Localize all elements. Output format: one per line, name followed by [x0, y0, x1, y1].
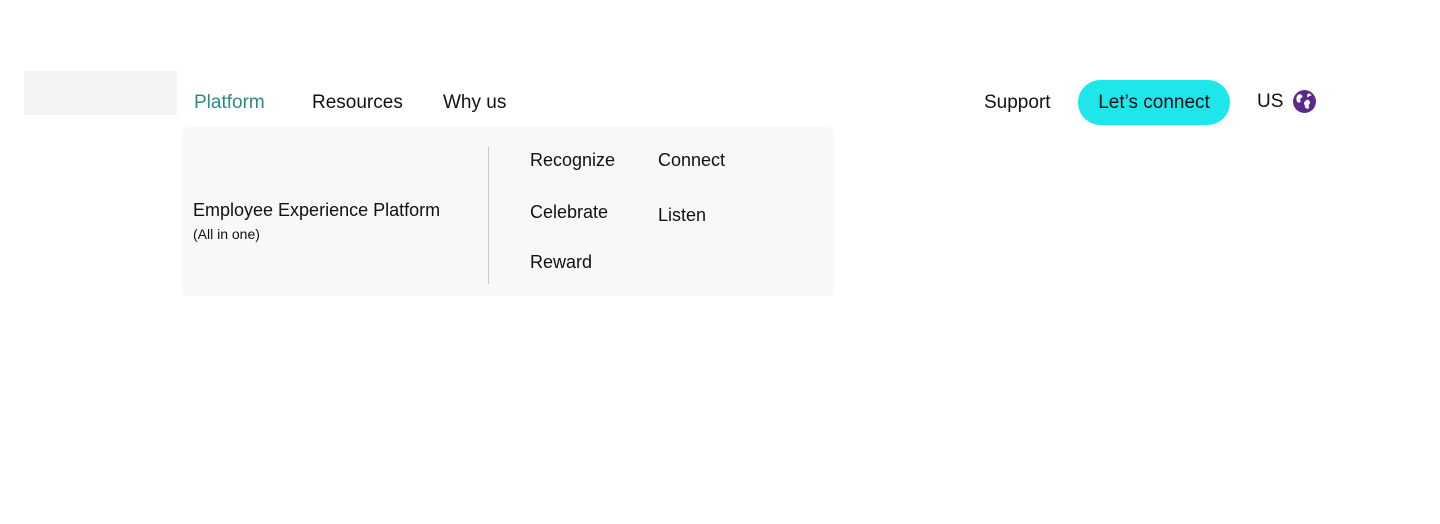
- dropdown-link-recognize[interactable]: Recognize: [530, 149, 615, 171]
- dropdown-divider: [488, 147, 489, 284]
- platform-dropdown: Employee Experience Platform (All in one…: [182, 127, 834, 296]
- dropdown-link-listen[interactable]: Listen: [658, 204, 706, 226]
- support-link[interactable]: Support: [984, 91, 1051, 115]
- dropdown-main-item[interactable]: Employee Experience Platform (All in one…: [193, 199, 440, 243]
- lets-connect-button[interactable]: Let’s connect: [1078, 80, 1230, 125]
- logo[interactable]: [24, 71, 177, 115]
- nav-item-platform[interactable]: Platform: [194, 91, 265, 115]
- region-selector[interactable]: US: [1257, 89, 1317, 114]
- dropdown-main-title: Employee Experience Platform: [193, 200, 441, 220]
- globe-icon: [1293, 90, 1317, 113]
- region-label: US: [1257, 90, 1284, 112]
- dropdown-main-subtitle: (All in one): [193, 226, 260, 242]
- nav-item-resources[interactable]: Resources: [312, 91, 403, 115]
- dropdown-link-connect[interactable]: Connect: [658, 149, 725, 171]
- dropdown-link-reward[interactable]: Reward: [530, 251, 592, 273]
- dropdown-link-celebrate[interactable]: Celebrate: [530, 201, 608, 223]
- nav-item-why-us[interactable]: Why us: [443, 91, 506, 115]
